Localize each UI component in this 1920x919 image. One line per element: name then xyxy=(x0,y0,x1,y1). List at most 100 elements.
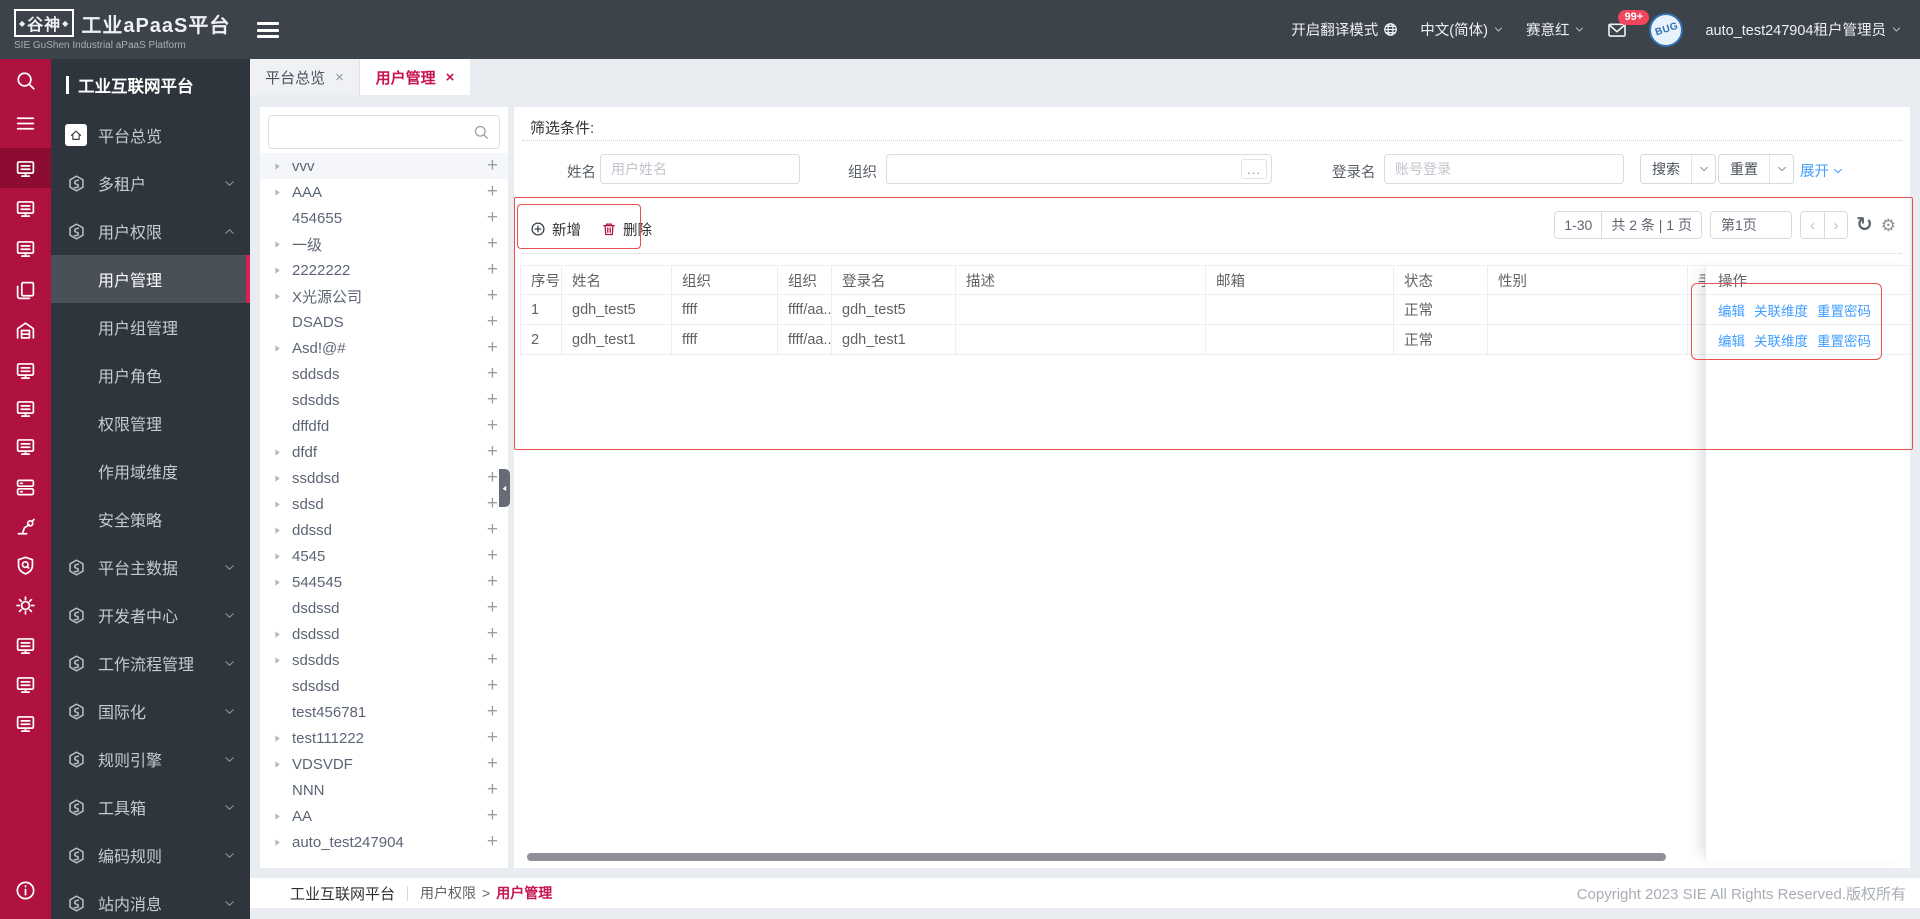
tree-add-button[interactable]: + xyxy=(487,153,498,179)
tree-add-button[interactable]: + xyxy=(487,439,498,465)
delete-button[interactable]: 删除 xyxy=(601,219,652,240)
tree-add-button[interactable]: + xyxy=(487,465,498,491)
tree-item[interactable]: DSADS + xyxy=(260,309,508,335)
tree-item[interactable]: test111222 + xyxy=(260,725,508,751)
tree-item[interactable]: AAA + xyxy=(260,179,508,205)
tree-add-button[interactable]: + xyxy=(487,699,498,725)
sidebar-item-平台主数据[interactable]: 平台主数据 xyxy=(51,543,250,591)
tree-search-box[interactable] xyxy=(268,115,500,149)
sidebar-item-编码规则[interactable]: 编码规则 xyxy=(51,831,250,879)
page-number-input[interactable]: 第1页 xyxy=(1709,211,1792,239)
tree-add-button[interactable]: + xyxy=(487,829,498,855)
op-reset-password-link[interactable]: 重置密码 xyxy=(1817,330,1871,350)
rail-display-button[interactable] xyxy=(0,350,51,390)
org-select[interactable]: ... xyxy=(886,154,1272,184)
rail-copy-button[interactable] xyxy=(0,270,51,310)
tree-item[interactable]: 454655 + xyxy=(260,205,508,231)
op-relate-dimension-link[interactable]: 关联维度 xyxy=(1754,300,1808,320)
rail-info-button[interactable] xyxy=(0,870,51,910)
table-settings-icon[interactable]: ⚙ xyxy=(1881,217,1896,234)
tree-add-button[interactable]: + xyxy=(487,569,498,595)
tree-item[interactable]: 544545 + xyxy=(260,569,508,595)
prev-page-button[interactable]: ‹ xyxy=(1801,212,1824,238)
caret-right-icon[interactable] xyxy=(272,730,288,746)
messages-button[interactable]: 99+ xyxy=(1607,9,1650,40)
translate-mode-button[interactable]: 开启翻译模式 xyxy=(1291,19,1398,40)
tree-add-button[interactable]: + xyxy=(487,387,498,413)
collapse-menu-icon[interactable] xyxy=(257,22,279,38)
tree-add-button[interactable]: + xyxy=(487,725,498,751)
sidebar-subitem-安全策略[interactable]: 安全策略 xyxy=(51,495,250,543)
tree-item[interactable]: dsdssd + xyxy=(260,595,508,621)
tree-add-button[interactable]: + xyxy=(487,621,498,647)
sidebar-item-平台总览[interactable]: 平台总览 xyxy=(51,111,250,159)
tree-item[interactable]: auto_test247904 + xyxy=(260,829,508,855)
caret-right-icon[interactable] xyxy=(272,288,288,304)
tree-search-input[interactable] xyxy=(269,124,473,140)
rail-gear-button[interactable] xyxy=(0,585,51,625)
rail-menu-button[interactable] xyxy=(0,103,51,143)
tree-item[interactable]: VDSVDF + xyxy=(260,751,508,777)
refresh-icon[interactable]: ↻ xyxy=(1856,215,1873,235)
tree-add-button[interactable]: + xyxy=(487,777,498,803)
tree-add-button[interactable]: + xyxy=(487,543,498,569)
tree-add-button[interactable]: + xyxy=(487,179,498,205)
caret-right-icon[interactable] xyxy=(272,236,288,252)
sidebar-item-站内消息[interactable]: 站内消息 xyxy=(51,879,250,919)
tree-item[interactable]: test456781 + xyxy=(260,699,508,725)
rail-warehouse-button[interactable] xyxy=(0,310,51,350)
rail-display-button[interactable] xyxy=(0,388,51,428)
tree-item[interactable]: sddsds + xyxy=(260,361,508,387)
next-page-button[interactable]: › xyxy=(1823,212,1847,238)
op-edit-link[interactable]: 编辑 xyxy=(1718,300,1745,320)
sidebar-item-规则引擎[interactable]: 规则引擎 xyxy=(51,735,250,783)
table-row[interactable]: 2 gdh_test1 ffff ffff/aa... gdh_test1 正常 xyxy=(520,325,1705,355)
sidebar-item-国际化[interactable]: 国际化 xyxy=(51,687,250,735)
op-relate-dimension-link[interactable]: 关联维度 xyxy=(1754,330,1808,350)
rail-display-button[interactable] xyxy=(0,188,51,228)
caret-right-icon[interactable] xyxy=(272,470,288,486)
tree-add-button[interactable]: + xyxy=(487,673,498,699)
tree-item[interactable]: NNN + xyxy=(260,777,508,803)
tree-item[interactable]: dfdf + xyxy=(260,439,508,465)
tree-item[interactable]: ddssd + xyxy=(260,517,508,543)
table-row[interactable]: 1 gdh_test5 ffff ffff/aa... gdh_test5 正常 xyxy=(520,295,1705,325)
theme-select[interactable]: 赛意红 xyxy=(1526,19,1586,40)
caret-right-icon[interactable] xyxy=(272,574,288,590)
rail-robot-arm-button[interactable] xyxy=(0,506,51,546)
tree-collapse-handle[interactable] xyxy=(499,469,510,507)
sidebar-item-工作流程管理[interactable]: 工作流程管理 xyxy=(51,639,250,687)
tree-item[interactable]: AA + xyxy=(260,803,508,829)
op-edit-link[interactable]: 编辑 xyxy=(1718,330,1745,350)
tree-add-button[interactable]: + xyxy=(487,231,498,257)
tree-add-button[interactable]: + xyxy=(487,205,498,231)
tree-item[interactable]: sdsdds + xyxy=(260,387,508,413)
sidebar-subitem-用户管理[interactable]: 用户管理 xyxy=(51,255,250,303)
sidebar-item-多租户[interactable]: 多租户 xyxy=(51,159,250,207)
tree-item[interactable]: sdsd + xyxy=(260,491,508,517)
caret-right-icon[interactable] xyxy=(272,652,288,668)
sidebar-item-用户权限[interactable]: 用户权限 xyxy=(51,207,250,255)
tree-item[interactable]: dsdssd + xyxy=(260,621,508,647)
name-input[interactable] xyxy=(600,154,800,184)
tree-add-button[interactable]: + xyxy=(487,283,498,309)
tab-平台总览[interactable]: 平台总览 × xyxy=(250,59,360,95)
rail-server-button[interactable] xyxy=(0,467,51,507)
tree-add-button[interactable]: + xyxy=(487,595,498,621)
tree-add-button[interactable]: + xyxy=(487,361,498,387)
tree-item[interactable]: X光源公司 + xyxy=(260,283,508,309)
rail-display-button[interactable] xyxy=(0,148,51,188)
rail-display-button[interactable] xyxy=(0,426,51,466)
caret-right-icon[interactable] xyxy=(272,158,288,174)
search-button[interactable]: 搜索 xyxy=(1640,154,1716,184)
caret-right-icon[interactable] xyxy=(272,834,288,850)
sidebar-item-工具箱[interactable]: 工具箱 xyxy=(51,783,250,831)
tab-close-icon[interactable]: × xyxy=(335,69,344,86)
caret-right-icon[interactable] xyxy=(272,548,288,564)
sidebar-item-开发者中心[interactable]: 开发者中心 xyxy=(51,591,250,639)
tree-add-button[interactable]: + xyxy=(487,491,498,517)
sidebar-subitem-权限管理[interactable]: 权限管理 xyxy=(51,399,250,447)
scrollbar-thumb[interactable] xyxy=(527,853,1666,861)
caret-right-icon[interactable] xyxy=(272,262,288,278)
caret-right-icon[interactable] xyxy=(272,522,288,538)
